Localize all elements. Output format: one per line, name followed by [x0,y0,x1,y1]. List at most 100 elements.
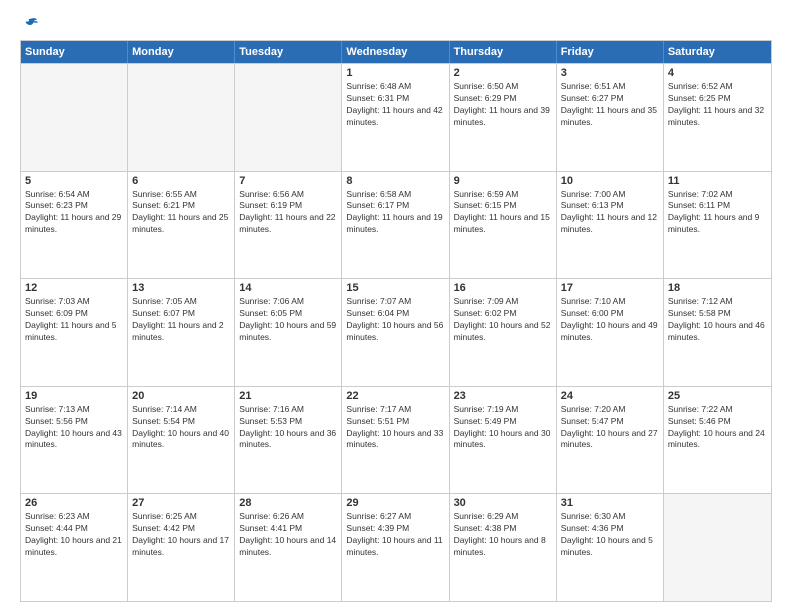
day-number: 19 [25,390,123,402]
cell-detail: Sunrise: 6:30 AMSunset: 4:36 PMDaylight:… [561,511,659,559]
cell-detail: Sunrise: 7:07 AMSunset: 6:04 PMDaylight:… [346,296,444,344]
calendar: SundayMondayTuesdayWednesdayThursdayFrid… [20,40,772,602]
calendar-cell: 28 Sunrise: 6:26 AMSunset: 4:41 PMDayligh… [235,494,342,601]
cell-detail: Sunrise: 7:09 AMSunset: 6:02 PMDaylight:… [454,296,552,344]
header-day-friday: Friday [557,41,664,63]
cell-detail: Sunrise: 6:23 AMSunset: 4:44 PMDaylight:… [25,511,123,559]
calendar-cell: 19 Sunrise: 7:13 AMSunset: 5:56 PMDayligh… [21,387,128,494]
calendar-header: SundayMondayTuesdayWednesdayThursdayFrid… [21,41,771,63]
calendar-cell: 15 Sunrise: 7:07 AMSunset: 6:04 PMDayligh… [342,279,449,386]
calendar-cell: 11 Sunrise: 7:02 AMSunset: 6:11 PMDayligh… [664,172,771,279]
header-day-sunday: Sunday [21,41,128,63]
calendar-cell [21,64,128,171]
cell-detail: Sunrise: 6:59 AMSunset: 6:15 PMDaylight:… [454,189,552,237]
calendar-cell: 8Sunrise: 6:58 AMSunset: 6:17 PMDaylight… [342,172,449,279]
calendar-cell: 27Sunrise: 6:25 AMSunset: 4:42 PMDayligh… [128,494,235,601]
calendar-cell: 4 Sunrise: 6:52 AMSunset: 6:25 PMDaylight… [664,64,771,171]
logo-bird-icon [22,16,40,34]
calendar-cell: 3 Sunrise: 6:51 AMSunset: 6:27 PMDaylight… [557,64,664,171]
day-number: 1 [346,67,444,79]
day-number: 7 [239,175,337,187]
calendar-row-3: 19 Sunrise: 7:13 AMSunset: 5:56 PMDayligh… [21,386,771,494]
calendar-cell [128,64,235,171]
cell-detail: Sunrise: 7:12 AMSunset: 5:58 PMDaylight:… [668,296,767,344]
page: SundayMondayTuesdayWednesdayThursdayFrid… [0,0,792,612]
day-number: 29 [346,497,444,509]
day-number: 12 [25,282,123,294]
cell-detail: Sunrise: 7:17 AMSunset: 5:51 PMDaylight:… [346,404,444,452]
day-number: 4 [668,67,767,79]
cell-detail: Sunrise: 7:05 AMSunset: 6:07 PMDaylight:… [132,296,230,344]
day-number: 30 [454,497,552,509]
cell-detail: Sunrise: 6:26 AMSunset: 4:41 PMDaylight:… [239,511,337,559]
calendar-body: 1 Sunrise: 6:48 AMSunset: 6:31 PMDaylight… [21,63,771,601]
calendar-cell [664,494,771,601]
cell-detail: Sunrise: 7:22 AMSunset: 5:46 PMDaylight:… [668,404,767,452]
calendar-row-1: 5 Sunrise: 6:54 AMSunset: 6:23 PMDaylight… [21,171,771,279]
calendar-cell: 17 Sunrise: 7:10 AMSunset: 6:00 PMDayligh… [557,279,664,386]
header-day-tuesday: Tuesday [235,41,342,63]
day-number: 14 [239,282,337,294]
calendar-cell: 30 Sunrise: 6:29 AMSunset: 4:38 PMDayligh… [450,494,557,601]
day-number: 3 [561,67,659,79]
cell-detail: Sunrise: 7:19 AMSunset: 5:49 PMDaylight:… [454,404,552,452]
calendar-cell: 26Sunrise: 6:23 AMSunset: 4:44 PMDayligh… [21,494,128,601]
cell-detail: Sunrise: 7:14 AMSunset: 5:54 PMDaylight:… [132,404,230,452]
day-number: 13 [132,282,230,294]
calendar-cell: 24Sunrise: 7:20 AMSunset: 5:47 PMDayligh… [557,387,664,494]
day-number: 21 [239,390,337,402]
logo [20,16,40,30]
cell-detail: Sunrise: 6:48 AMSunset: 6:31 PMDaylight:… [346,81,444,129]
calendar-cell: 2 Sunrise: 6:50 AMSunset: 6:29 PMDaylight… [450,64,557,171]
cell-detail: Sunrise: 6:29 AMSunset: 4:38 PMDaylight:… [454,511,552,559]
day-number: 18 [668,282,767,294]
calendar-cell [235,64,342,171]
header-day-wednesday: Wednesday [342,41,449,63]
cell-detail: Sunrise: 7:02 AMSunset: 6:11 PMDaylight:… [668,189,767,237]
calendar-row-0: 1 Sunrise: 6:48 AMSunset: 6:31 PMDaylight… [21,63,771,171]
day-number: 20 [132,390,230,402]
cell-detail: Sunrise: 6:54 AMSunset: 6:23 PMDaylight:… [25,189,123,237]
day-number: 16 [454,282,552,294]
cell-detail: Sunrise: 7:13 AMSunset: 5:56 PMDaylight:… [25,404,123,452]
calendar-row-4: 26Sunrise: 6:23 AMSunset: 4:44 PMDayligh… [21,493,771,601]
day-number: 24 [561,390,659,402]
cell-detail: Sunrise: 6:52 AMSunset: 6:25 PMDaylight:… [668,81,767,129]
cell-detail: Sunrise: 6:27 AMSunset: 4:39 PMDaylight:… [346,511,444,559]
day-number: 9 [454,175,552,187]
day-number: 5 [25,175,123,187]
calendar-cell: 20 Sunrise: 7:14 AMSunset: 5:54 PMDayligh… [128,387,235,494]
calendar-cell: 21 Sunrise: 7:16 AMSunset: 5:53 PMDayligh… [235,387,342,494]
cell-detail: Sunrise: 6:51 AMSunset: 6:27 PMDaylight:… [561,81,659,129]
day-number: 2 [454,67,552,79]
cell-detail: Sunrise: 6:58 AMSunset: 6:17 PMDaylight:… [346,189,444,237]
cell-detail: Sunrise: 7:10 AMSunset: 6:00 PMDaylight:… [561,296,659,344]
calendar-cell: 14 Sunrise: 7:06 AMSunset: 6:05 PMDayligh… [235,279,342,386]
cell-detail: Sunrise: 6:56 AMSunset: 6:19 PMDaylight:… [239,189,337,237]
calendar-cell: 23 Sunrise: 7:19 AMSunset: 5:49 PMDayligh… [450,387,557,494]
header [20,16,772,30]
calendar-cell: 7 Sunrise: 6:56 AMSunset: 6:19 PMDaylight… [235,172,342,279]
day-number: 31 [561,497,659,509]
day-number: 11 [668,175,767,187]
day-number: 28 [239,497,337,509]
calendar-cell: 12 Sunrise: 7:03 AMSunset: 6:09 PMDayligh… [21,279,128,386]
day-number: 22 [346,390,444,402]
cell-detail: Sunrise: 7:16 AMSunset: 5:53 PMDaylight:… [239,404,337,452]
header-day-thursday: Thursday [450,41,557,63]
calendar-cell: 9 Sunrise: 6:59 AMSunset: 6:15 PMDaylight… [450,172,557,279]
cell-detail: Sunrise: 7:03 AMSunset: 6:09 PMDaylight:… [25,296,123,344]
calendar-cell: 25Sunrise: 7:22 AMSunset: 5:46 PMDayligh… [664,387,771,494]
day-number: 17 [561,282,659,294]
day-number: 6 [132,175,230,187]
day-number: 10 [561,175,659,187]
cell-detail: Sunrise: 6:55 AMSunset: 6:21 PMDaylight:… [132,189,230,237]
day-number: 15 [346,282,444,294]
calendar-cell: 6 Sunrise: 6:55 AMSunset: 6:21 PMDaylight… [128,172,235,279]
cell-detail: Sunrise: 7:06 AMSunset: 6:05 PMDaylight:… [239,296,337,344]
cell-detail: Sunrise: 6:50 AMSunset: 6:29 PMDaylight:… [454,81,552,129]
calendar-cell: 16 Sunrise: 7:09 AMSunset: 6:02 PMDayligh… [450,279,557,386]
day-number: 23 [454,390,552,402]
calendar-row-2: 12 Sunrise: 7:03 AMSunset: 6:09 PMDayligh… [21,278,771,386]
calendar-cell: 10Sunrise: 7:00 AMSunset: 6:13 PMDayligh… [557,172,664,279]
